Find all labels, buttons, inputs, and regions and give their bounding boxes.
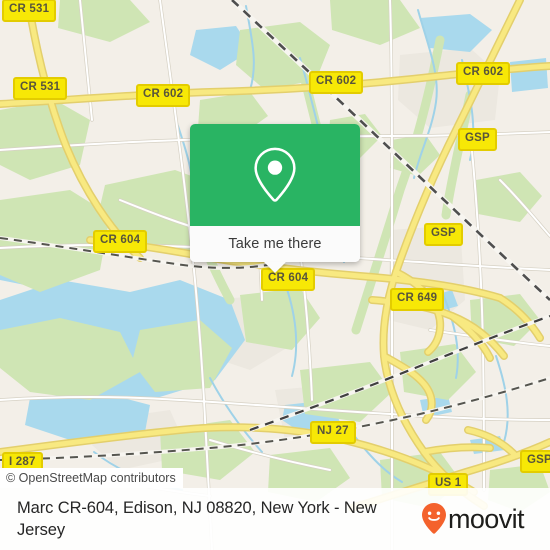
road-shield: GSP xyxy=(520,450,550,473)
road-shield: CR 602 xyxy=(309,71,364,94)
moovit-logo-mark: moovit xyxy=(422,503,526,534)
road-shield: NJ 27 xyxy=(310,421,356,444)
callout-pin-area xyxy=(190,124,360,226)
callout-tail-pointer xyxy=(264,262,286,273)
road-shield: GSP xyxy=(424,223,463,246)
road-shield: CR 531 xyxy=(13,77,68,100)
footer-bar: Marc CR-604, Edison, NJ 08820, New York … xyxy=(0,488,550,550)
road-shield: GSP xyxy=(458,128,497,151)
location-callout-card[interactable]: Take me there xyxy=(190,124,360,273)
road-shield: CR 531 xyxy=(2,0,57,22)
osm-attribution-text: © OpenStreetMap contributors xyxy=(6,471,176,485)
road-shield: CR 604 xyxy=(93,230,148,253)
road-shield: CR 649 xyxy=(390,288,445,311)
location-pin-icon xyxy=(254,147,296,202)
address-label: Marc CR-604, Edison, NJ 08820, New York … xyxy=(17,499,377,539)
road-shield: CR 602 xyxy=(136,84,191,107)
map-screen: CR 531 CR 531 CR 602 CR 602 CR 602 GSP C… xyxy=(0,0,550,550)
moovit-wordmark: moovit xyxy=(448,504,526,534)
svg-text:moovit: moovit xyxy=(448,504,525,534)
take-me-there-label: Take me there xyxy=(228,236,322,252)
osm-attribution[interactable]: © OpenStreetMap contributors xyxy=(0,468,183,488)
road-shield: CR 602 xyxy=(456,62,511,85)
moovit-logo[interactable]: moovit xyxy=(420,502,538,536)
moovit-smiley-pin-icon xyxy=(422,503,446,534)
callout-cta-bar[interactable]: Take me there xyxy=(190,226,360,273)
